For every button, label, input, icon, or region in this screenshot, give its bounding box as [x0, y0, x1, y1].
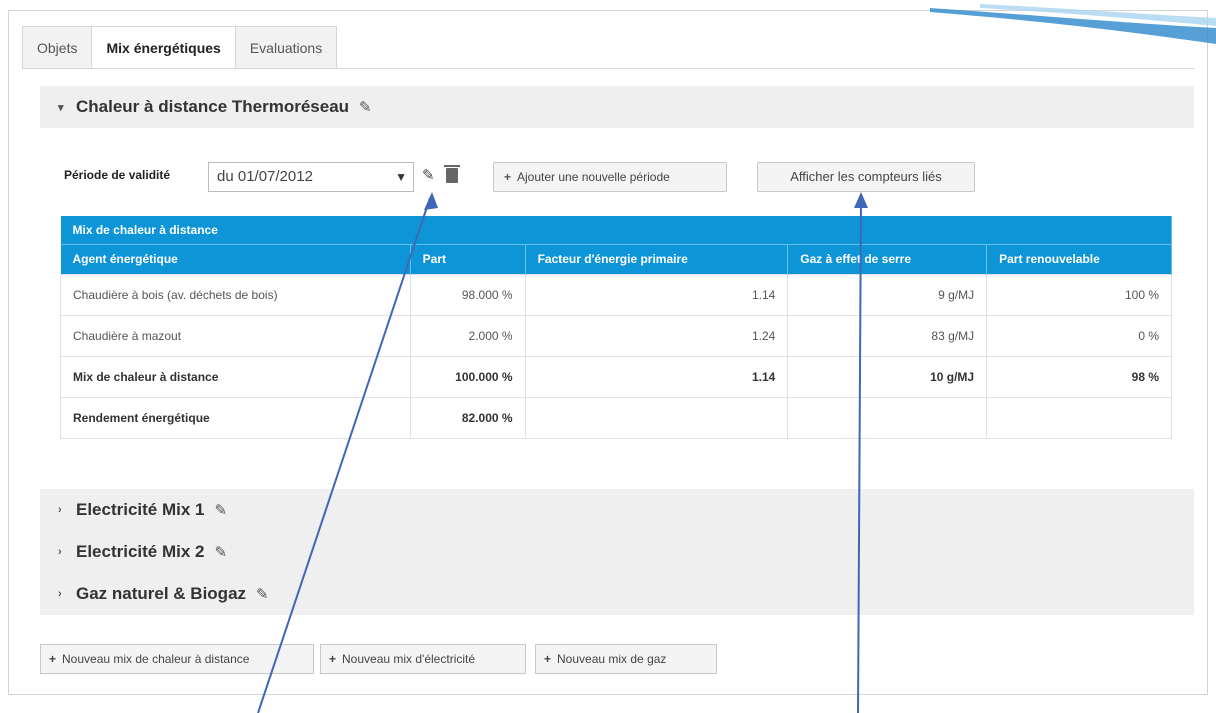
- table-cell: Rendement énergétique: [60, 396, 411, 439]
- tab-evaluations[interactable]: Evaluations: [234, 26, 338, 68]
- table-row: Chaudière à mazout 2.000 % 1.24 83 g/MJ …: [60, 314, 1172, 357]
- plus-icon: +: [544, 652, 552, 666]
- tab-mix-energetiques[interactable]: Mix énergétiques: [91, 26, 236, 69]
- caret-down-icon[interactable]: ▾: [58, 101, 76, 114]
- new-gas-mix-button[interactable]: + Nouveau mix de gaz: [535, 644, 717, 674]
- caret-right-icon[interactable]: ›: [58, 546, 76, 558]
- table-cell: [787, 396, 988, 439]
- table-cell: 98.000 %: [409, 273, 526, 316]
- table-caption: Mix de chaleur à distance: [60, 216, 1172, 245]
- table-cell: Mix de chaleur à distance: [60, 355, 411, 398]
- pencil-icon[interactable]: ✎: [359, 98, 372, 116]
- table-cell: 1.14: [524, 273, 789, 316]
- mix-panel-title: Gaz naturel & Biogaz: [76, 584, 247, 603]
- mix-panel-title: Electricité Mix 1: [76, 500, 205, 519]
- new-district-heating-mix-button[interactable]: + Nouveau mix de chaleur à distance: [40, 644, 314, 674]
- mix-panel-header[interactable]: › Electricité Mix 1 ✎: [40, 489, 1194, 531]
- table-cell: 83 g/MJ: [787, 314, 988, 357]
- pencil-icon[interactable]: ✎: [256, 585, 269, 603]
- table-cell: 1.24: [524, 314, 789, 357]
- table-cell: Chaudière à bois (av. déchets de bois): [60, 273, 411, 316]
- table-cell: 0 %: [986, 314, 1172, 357]
- add-period-label: Ajouter une nouvelle période: [517, 170, 670, 184]
- tab-objets[interactable]: Objets: [22, 26, 93, 68]
- mix-panel-chaleur[interactable]: ▾ Chaleur à distance Thermoréseau ✎: [40, 86, 1194, 128]
- pencil-icon[interactable]: ✎: [215, 501, 228, 519]
- table-row-total: Mix de chaleur à distance 100.000 % 1.14…: [60, 355, 1172, 398]
- add-button-label: Nouveau mix de chaleur à distance: [62, 652, 250, 666]
- mix-panel-title: Chaleur à distance Thermoréseau: [76, 97, 350, 116]
- mix-panel-gaz[interactable]: › Gaz naturel & Biogaz ✎: [40, 573, 1194, 615]
- table-cell: 1.14: [524, 355, 789, 398]
- table-cell: [986, 396, 1172, 439]
- table-cell: 98 %: [986, 355, 1172, 398]
- column-header: Gaz à effet de serre: [787, 244, 988, 274]
- mix-panel-header[interactable]: ▾ Chaleur à distance Thermoréseau ✎: [40, 86, 1194, 128]
- table-cell: 82.000 %: [409, 396, 526, 439]
- mix-panel-electricite-1[interactable]: › Electricité Mix 1 ✎: [40, 489, 1194, 531]
- mix-table: Mix de chaleur à distance Agent énergéti…: [60, 216, 1172, 439]
- plus-icon: +: [504, 170, 512, 184]
- column-header: Part renouvelable: [986, 244, 1172, 274]
- plus-icon: +: [49, 652, 57, 666]
- plus-icon: +: [329, 652, 337, 666]
- mix-panel-header[interactable]: › Gaz naturel & Biogaz ✎: [40, 573, 1194, 615]
- column-header: Part: [410, 244, 526, 274]
- chevron-down-icon: ▼: [395, 170, 407, 184]
- table-cell: [524, 396, 789, 439]
- tab-divider: [22, 68, 1194, 69]
- table-cell: 2.000 %: [409, 314, 526, 357]
- mix-panel-header[interactable]: › Electricité Mix 2 ✎: [40, 531, 1194, 573]
- period-select[interactable]: du 01/07/2012 ▼: [208, 162, 414, 192]
- table-cell: 100.000 %: [409, 355, 526, 398]
- caret-right-icon[interactable]: ›: [58, 504, 76, 516]
- table-cell: 100 %: [986, 273, 1172, 316]
- show-meters-button[interactable]: Afficher les compteurs liés: [757, 162, 975, 192]
- new-electricity-mix-button[interactable]: + Nouveau mix d'électricité: [320, 644, 526, 674]
- table-cell: 9 g/MJ: [787, 273, 988, 316]
- add-button-label: Nouveau mix d'électricité: [342, 652, 476, 666]
- column-header: Facteur d'énergie primaire: [525, 244, 789, 274]
- trash-icon[interactable]: [444, 165, 460, 183]
- table-cell: Chaudière à mazout: [60, 314, 411, 357]
- period-label: Période de validité: [64, 168, 171, 182]
- tab-bar: Objets Mix énergétiques Evaluations: [22, 26, 338, 69]
- pencil-icon[interactable]: ✎: [422, 166, 435, 184]
- period-select-value: du 01/07/2012: [217, 168, 313, 185]
- mix-panel-title: Electricité Mix 2: [76, 542, 205, 561]
- caret-right-icon[interactable]: ›: [58, 588, 76, 600]
- table-row: Chaudière à bois (av. déchets de bois) 9…: [60, 273, 1172, 316]
- add-button-label: Nouveau mix de gaz: [557, 652, 667, 666]
- mix-panel-electricite-2[interactable]: › Electricité Mix 2 ✎: [40, 531, 1194, 573]
- column-header: Agent énergétique: [60, 244, 411, 274]
- table-cell: 10 g/MJ: [787, 355, 988, 398]
- pencil-icon[interactable]: ✎: [215, 543, 228, 561]
- table-row-efficiency: Rendement énergétique 82.000 %: [60, 396, 1172, 439]
- add-period-button[interactable]: + Ajouter une nouvelle période: [493, 162, 727, 192]
